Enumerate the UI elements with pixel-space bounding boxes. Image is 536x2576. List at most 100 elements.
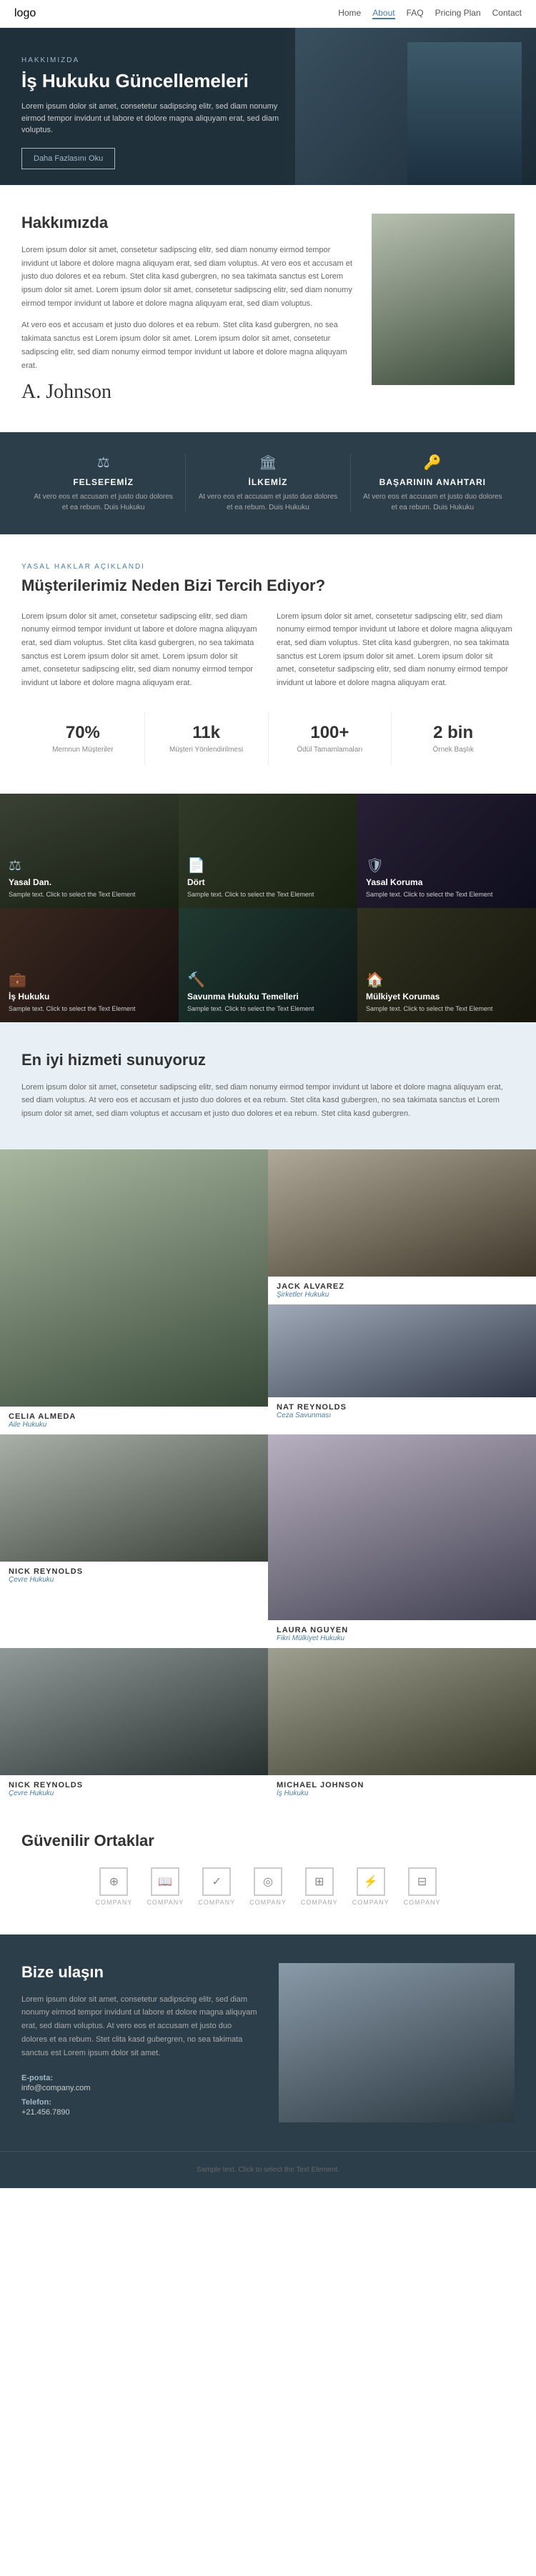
- team-row-3: NICK REYNOLDS Çevre Hukuku MICHAEL JOHNS…: [0, 1648, 536, 1803]
- feature-success: 🔑 BAŞARININ ANAHTARI At vero eos et accu…: [351, 454, 515, 513]
- card-4-sample: Sample text. Click to select the Text El…: [9, 1004, 170, 1014]
- partner-2-label: COMPANY: [147, 1899, 184, 1906]
- partner-1-label: COMPANY: [96, 1899, 133, 1906]
- contact-email-block: E-posta: info@company.com: [21, 2074, 257, 2092]
- why-tag: YASAL HAKLAR AÇIKLANDI: [21, 563, 515, 571]
- nat-info: NAT REYNOLDS Ceza Savunması: [268, 1397, 536, 1425]
- partner-2-icon: 📖: [151, 1867, 179, 1896]
- card-2: 📄 Dört Sample text. Click to select the …: [179, 794, 357, 908]
- nav-contact[interactable]: Contact: [492, 8, 522, 19]
- card-5-title: Savunma Hukuku Temelleri: [187, 992, 349, 1002]
- service-section: En iyi hizmeti sunuyoruz Lorem ipsum dol…: [0, 1022, 536, 1149]
- partner-5-label: COMPANY: [301, 1899, 338, 1906]
- nav-links: Home About FAQ Pricing Plan Contact: [338, 8, 522, 19]
- michael-name: MICHAEL JOHNSON: [277, 1781, 527, 1789]
- card-5-sample: Sample text. Click to select the Text El…: [187, 1004, 349, 1014]
- nick2-name: NICK REYNOLDS: [9, 1781, 259, 1789]
- card-2-sample: Sample text. Click to select the Text El…: [187, 890, 349, 899]
- partner-7: ⊟ COMPANY: [404, 1867, 441, 1906]
- hero-content: HAKKIMIZDA İş Hukuku Güncellemeleri Lore…: [0, 28, 322, 185]
- feature-principle-text: At vero eos et accusam et justo duo dolo…: [197, 491, 338, 513]
- service-title: En iyi hizmeti sunuyoruz: [21, 1051, 515, 1069]
- nat-name: NAT REYNOLDS: [277, 1403, 527, 1412]
- team-section: CELIA ALMEDA Aile Hukuku JACK ALVAREZ Şi…: [0, 1149, 536, 1803]
- hero-text: Lorem ipsum dolor sit amet, consetetur s…: [21, 101, 300, 136]
- partners-section: Güvenilir Ortaklar ⊕ COMPANY 📖 COMPANY ✓…: [0, 1803, 536, 1935]
- card-2-title: Dört: [187, 877, 349, 887]
- hero-tag: HAKKIMIZDA: [21, 56, 300, 64]
- team-center-laura: LAURA NGUYEN Fikri Mülkiyet Hukuku: [268, 1434, 536, 1648]
- contact-image: [279, 1963, 515, 2122]
- card-2-icon: 📄: [187, 857, 349, 874]
- card-4-icon: 💼: [9, 971, 170, 989]
- celia-photo: [0, 1149, 268, 1407]
- stat-awards: 100+ Ödül Tamamlamaları: [269, 712, 392, 765]
- partner-2: 📖 COMPANY: [147, 1867, 184, 1906]
- hero-cta-button[interactable]: Daha Fazlasını Oku: [21, 148, 115, 169]
- nav-pricing[interactable]: Pricing Plan: [435, 8, 481, 19]
- stats-row: 70% Memnun Müşteriler 11k Müşteri Yönlen…: [21, 712, 515, 765]
- feature-philosophy-text: At vero eos et accusam et justo duo dolo…: [33, 491, 174, 513]
- card-5-icon: 🔨: [187, 971, 349, 989]
- nav-faq[interactable]: FAQ: [407, 8, 424, 19]
- stat-happy-num: 70%: [27, 723, 139, 743]
- why-col-1: Lorem ipsum dolor sit amet, consetetur s…: [21, 610, 259, 690]
- hero-image-overlay: [295, 28, 536, 185]
- stat-referrals: 11k Müşteri Yönlendirilmesi: [145, 712, 269, 765]
- contact-title: Bize ulaşın: [21, 1963, 257, 1982]
- stat-referrals-num: 11k: [151, 723, 262, 743]
- signature: A. Johnson: [21, 381, 354, 404]
- card-5: 🔨 Savunma Hukuku Temelleri Sample text. …: [179, 908, 357, 1022]
- stat-happy: 70% Memnun Müşteriler: [21, 712, 145, 765]
- team-right-stack-1: JACK ALVAREZ Şirketler Hukuku NAT REYNOL…: [268, 1149, 536, 1434]
- why-section: YASAL HAKLAR AÇIKLANDI Müşterilerimiz Ne…: [0, 534, 536, 794]
- hero-title: İş Hukuku Güncellemeleri: [21, 70, 300, 92]
- success-icon: 🔑: [362, 454, 503, 471]
- contact-description: Lorem ipsum dolor sit amet, consetetur s…: [21, 1993, 257, 2060]
- about-content: Hakkımızda Lorem ipsum dolor sit amet, c…: [21, 214, 354, 404]
- card-6-icon: 🏠: [366, 971, 527, 989]
- footer-sample: Sample text. Click to select the Text El…: [21, 2166, 515, 2174]
- card-1-icon: ⚖: [9, 857, 170, 874]
- contact-section: Bize ulaşın Lorem ipsum dolor sit amet, …: [0, 1935, 536, 2151]
- contact-email-value: info@company.com: [21, 2084, 257, 2092]
- nick2-photo: [0, 1648, 268, 1775]
- laura-photo: [268, 1434, 536, 1620]
- contact-phone-block: Telefon: +21.456.7890: [21, 2098, 257, 2117]
- card-4: 💼 İş Hukuku Sample text. Click to select…: [0, 908, 179, 1022]
- card-1-title: Yasal Dan.: [9, 877, 170, 887]
- hero-person-image: [407, 42, 522, 185]
- why-col-2: Lorem ipsum dolor sit amet, consetetur s…: [277, 610, 515, 690]
- nick-photo: [0, 1434, 268, 1562]
- partner-5: ⊞ COMPANY: [301, 1867, 338, 1906]
- michael-role: İş Hukuku: [277, 1789, 527, 1797]
- nat-role: Ceza Savunması: [277, 1412, 527, 1419]
- stat-examples-label: Örnek Başlık: [397, 746, 509, 754]
- card-3-sample: Sample text. Click to select the Text El…: [366, 890, 527, 899]
- partner-3-label: COMPANY: [198, 1899, 235, 1906]
- principle-icon: 🏛: [197, 454, 338, 471]
- about-image: [372, 214, 515, 385]
- nav-home[interactable]: Home: [338, 8, 361, 19]
- team-row-1: CELIA ALMEDA Aile Hukuku JACK ALVAREZ Şi…: [0, 1149, 536, 1434]
- nav-about[interactable]: About: [372, 8, 394, 19]
- feature-philosophy: ⚖ FELSEFEMİZ At vero eos et accusam et j…: [21, 454, 186, 513]
- partner-4-icon: ◎: [254, 1867, 282, 1896]
- features-section: ⚖ FELSEFEMİZ At vero eos et accusam et j…: [0, 432, 536, 534]
- contact-phone-label: Telefon:: [21, 2098, 257, 2107]
- laura-role: Fikri Mülkiyet Hukuku: [277, 1634, 527, 1642]
- about-title: Hakkımızda: [21, 214, 354, 232]
- team-member-michael: MICHAEL JOHNSON İş Hukuku: [268, 1648, 536, 1803]
- feature-success-title: BAŞARININ ANAHTARI: [362, 477, 503, 487]
- philosophy-icon: ⚖: [33, 454, 174, 471]
- contact-phone-value: +21.456.7890: [21, 2108, 257, 2117]
- card-3: 🛡 Yasal Koruma Sample text. Click to sel…: [357, 794, 536, 908]
- stat-awards-label: Ödül Tamamlamaları: [274, 746, 386, 754]
- celia-role: Aile Hukuku: [9, 1421, 259, 1429]
- jack-info: JACK ALVAREZ Şirketler Hukuku: [268, 1277, 536, 1304]
- card-6-title: Mülkiyet Korumas: [366, 992, 527, 1002]
- partner-4-label: COMPANY: [249, 1899, 287, 1906]
- logo: logo: [14, 7, 36, 20]
- team-member-nat: NAT REYNOLDS Ceza Savunması: [268, 1304, 536, 1425]
- nick-name: NICK REYNOLDS: [9, 1567, 259, 1576]
